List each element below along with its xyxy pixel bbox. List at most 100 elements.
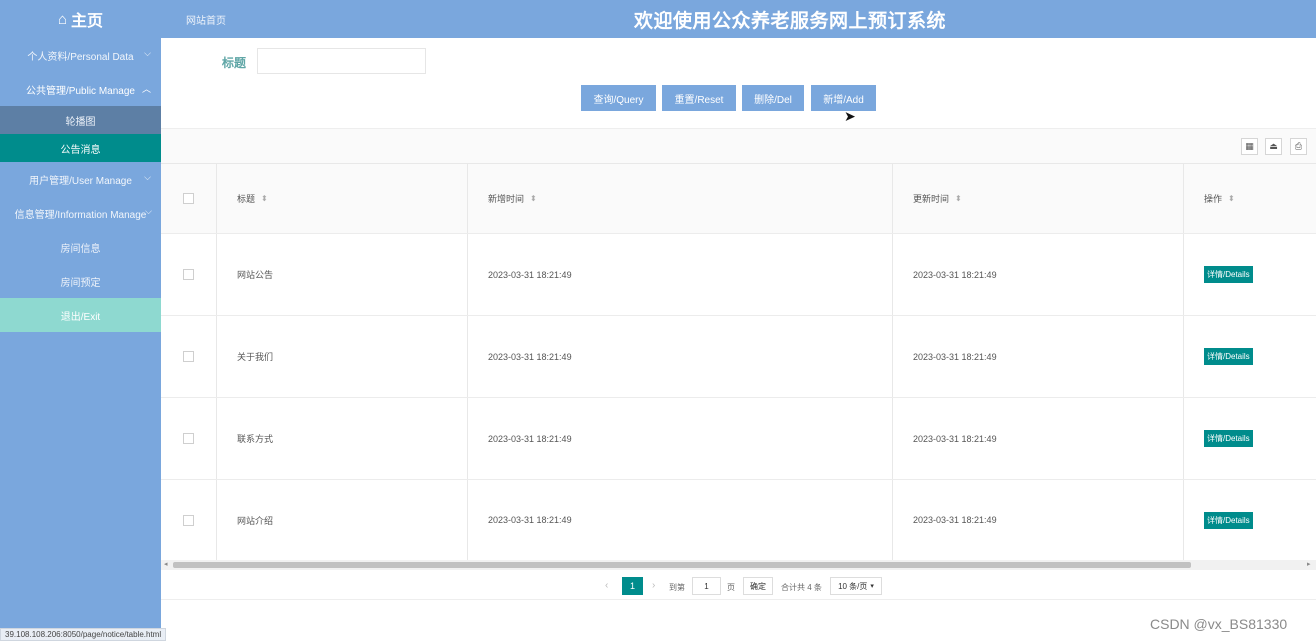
column-divider	[467, 234, 468, 315]
header-created[interactable]: 新增时间 ⬍	[488, 164, 537, 233]
scrollbar-thumb[interactable]	[173, 562, 1191, 568]
sidebar: 个人资料/Personal Data ⌵ 公共管理/Public Manage …	[0, 38, 161, 641]
table-row: 网站介绍 2023-03-31 18:21:49 2023-03-31 18:2…	[161, 480, 1316, 561]
details-button[interactable]: 详情/Details	[1204, 511, 1253, 529]
home-link[interactable]: ⌂ 主页	[0, 0, 161, 38]
details-button[interactable]: 详情/Details	[1204, 348, 1253, 365]
delete-button[interactable]: 删除/Del	[742, 85, 804, 111]
row-checkbox-cell	[183, 398, 194, 479]
column-divider	[892, 398, 893, 479]
cell-created: 2023-03-31 18:21:49	[488, 269, 572, 280]
column-divider	[1183, 234, 1184, 315]
sidebar-item-label: 个人资料/Personal Data	[27, 51, 134, 63]
mouse-cursor: ➤	[844, 108, 856, 124]
row-checkbox[interactable]	[183, 269, 194, 280]
goto-confirm-button[interactable]: 确定	[743, 577, 773, 595]
sidebar-item-notice[interactable]: 公告消息	[0, 134, 161, 162]
row-checkbox-cell	[183, 316, 194, 397]
divider	[161, 599, 1316, 600]
sidebar-item-user-manage[interactable]: 用户管理/User Manage ⌵	[0, 162, 161, 196]
table-row: 关于我们 2023-03-31 18:21:49 2023-03-31 18:2…	[161, 316, 1316, 398]
column-divider	[1183, 480, 1184, 560]
table-header-row: 标题 ⬍ 新增时间 ⬍ 更新时间 ⬍ 操作 ⬍	[161, 164, 1316, 234]
print-icon[interactable]: ⎙	[1290, 138, 1307, 155]
watermark: CSDN @vx_BS81330	[1150, 616, 1288, 632]
cell-title: 关于我们	[237, 352, 274, 362]
page-unit-label: 页	[727, 583, 735, 592]
select-all-checkbox[interactable]	[183, 193, 194, 204]
sort-icon[interactable]: ⬍	[261, 194, 268, 203]
reset-button[interactable]: 重置/Reset	[662, 85, 736, 111]
column-divider	[892, 164, 893, 233]
sort-icon[interactable]: ⬍	[1228, 194, 1235, 203]
column-divider	[467, 398, 468, 479]
top-bar: ⌂ 主页 网站首页 欢迎使用公众养老服务网上预订系统	[0, 0, 1316, 38]
sidebar-item-room-booking[interactable]: 房间预定	[0, 264, 161, 298]
cell-updated: 2023-03-31 18:21:49	[913, 515, 997, 525]
chevron-down-icon: ⌵	[144, 172, 151, 182]
column-divider	[216, 398, 217, 479]
scroll-right-icon[interactable]: ▸	[1307, 560, 1311, 568]
prev-page-icon[interactable]: ‹	[605, 580, 608, 591]
scroll-left-icon[interactable]: ◂	[164, 560, 168, 568]
column-divider	[467, 316, 468, 397]
column-divider	[1183, 316, 1184, 397]
cell-created: 2023-03-31 18:21:49	[488, 515, 572, 525]
goto-page-input[interactable]: 1	[692, 577, 721, 595]
grid-filter-icon[interactable]: ▦	[1241, 138, 1258, 155]
header-title[interactable]: 标题 ⬍	[237, 164, 268, 233]
horizontal-scrollbar[interactable]: ◂ ▸	[161, 560, 1316, 570]
cell-actions: 详情/Details	[1204, 316, 1253, 397]
column-divider	[467, 164, 468, 233]
pagination: ‹ 1 › 到第 1 页 确定 合计共 4 条 10 条/页 ▾	[161, 575, 1316, 597]
row-checkbox[interactable]	[183, 514, 194, 526]
column-divider	[216, 480, 217, 560]
sort-icon[interactable]: ⬍	[530, 194, 537, 203]
sidebar-item-personal-data[interactable]: 个人资料/Personal Data ⌵	[0, 38, 161, 72]
row-checkbox-cell	[183, 234, 194, 315]
home-icon: ⌂	[57, 10, 68, 28]
sidebar-item-public-manage[interactable]: 公共管理/Public Manage ︿	[0, 72, 161, 106]
cell-title: 联系方式	[237, 434, 274, 444]
chevron-down-icon: ⌵	[144, 48, 151, 58]
sidebar-item-carousel[interactable]: 轮播图	[0, 106, 161, 134]
column-divider	[892, 316, 893, 397]
table-row: 网站公告 2023-03-31 18:21:49 2023-03-31 18:2…	[161, 234, 1316, 316]
sidebar-item-label: 用户管理/User Manage	[29, 175, 132, 187]
system-title: 欢迎使用公众养老服务网上预订系统	[633, 11, 946, 32]
next-page-icon[interactable]: ›	[652, 580, 655, 591]
cell-created: 2023-03-31 18:21:49	[488, 351, 572, 362]
goto-label: 到第	[669, 583, 685, 592]
header-updated-label: 更新时间	[913, 194, 950, 204]
cell-actions: 详情/Details	[1204, 398, 1253, 479]
chevron-up-icon: ︿	[141, 84, 151, 94]
breadcrumb-home[interactable]: 网站首页	[186, 12, 226, 27]
export-icon[interactable]: ⏏	[1265, 138, 1282, 155]
total-count: 合计共 4 条	[781, 583, 822, 592]
cell-title: 网站公告	[237, 270, 274, 280]
row-checkbox[interactable]	[183, 351, 194, 362]
column-divider	[1183, 398, 1184, 479]
column-divider	[216, 164, 217, 233]
cell-title: 网站介绍	[237, 515, 274, 526]
sort-icon[interactable]: ⬍	[955, 194, 962, 203]
sidebar-item-information-manage[interactable]: 信息管理/Information Manage ⌵	[0, 196, 161, 230]
column-divider	[892, 480, 893, 560]
details-button[interactable]: 详情/Details	[1204, 430, 1253, 447]
query-button[interactable]: 查询/Query	[581, 85, 656, 111]
sidebar-item-exit[interactable]: 退出/Exit	[0, 298, 161, 332]
header-created-label: 新增时间	[488, 194, 525, 204]
column-divider	[216, 316, 217, 397]
column-divider	[467, 480, 468, 560]
row-checkbox[interactable]	[183, 433, 194, 444]
page-1-button[interactable]: 1	[622, 577, 643, 595]
sidebar-item-room-info[interactable]: 房间信息	[0, 230, 161, 264]
sidebar-item-label: 信息管理/Information Manage	[14, 209, 147, 221]
details-button[interactable]: 详情/Details	[1204, 266, 1253, 283]
cell-updated: 2023-03-31 18:21:49	[913, 433, 997, 444]
page-size-select[interactable]: 10 条/页 ▾	[830, 577, 882, 595]
title-search-input[interactable]	[257, 48, 426, 74]
header-updated[interactable]: 更新时间 ⬍	[913, 164, 962, 233]
header-actions[interactable]: 操作 ⬍	[1204, 164, 1235, 233]
chevron-down-icon: ⌵	[145, 206, 152, 216]
